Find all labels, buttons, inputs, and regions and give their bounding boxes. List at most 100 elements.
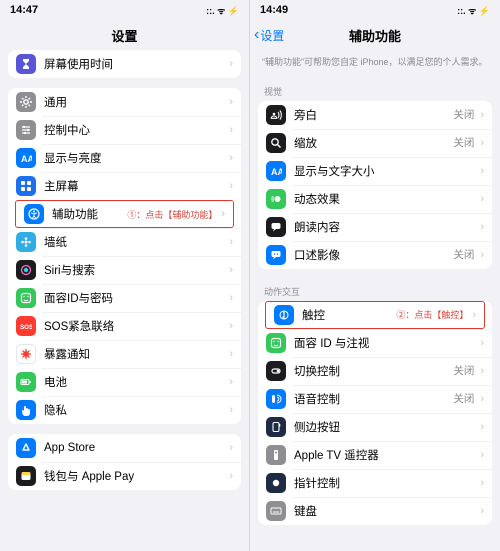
chevron-right-icon: › [229, 236, 233, 248]
chevron-right-icon: › [229, 320, 233, 332]
section-header: 动作交互 [250, 279, 500, 301]
settings-row[interactable]: 指针控制› [258, 469, 492, 497]
settings-row[interactable]: 动态效果› [258, 185, 492, 213]
screenshot-pair: 14:47 ::. ᯤ ⚡ 设置 屏幕使用时间›通用›控制中心›AA显示与亮度›… [0, 0, 500, 551]
status-time: 14:47 [10, 4, 38, 16]
settings-row[interactable]: 主屏幕 › [8, 172, 241, 200]
row-value: 关闭 [453, 247, 474, 262]
chevron-right-icon: › [229, 292, 233, 304]
grid-icon [16, 176, 36, 196]
settings-row[interactable]: 旁白关闭› [258, 101, 492, 129]
gear-icon [16, 92, 36, 112]
textsize-icon: AA [266, 161, 286, 181]
settings-row[interactable]: 辅助功能①：点击【辅助功能】› [15, 200, 234, 228]
settings-row[interactable]: 侧边按钮› [258, 413, 492, 441]
row-label: 键盘 [294, 503, 476, 519]
settings-row[interactable]: 钱包与 Apple Pay› [8, 462, 241, 490]
page-title: 辅助功能 [349, 26, 401, 45]
chevron-right-icon: › [480, 365, 484, 377]
right-pane: 14:49 ::. ᯤ ⚡ ‹ 设置 辅助功能 “辅助功能”可帮助您自定 iPh… [250, 0, 500, 551]
settings-row[interactable]: Apple TV 遥控器› [258, 441, 492, 469]
row-value: 关闭 [453, 363, 474, 378]
status-bar: 14:47 ::. ᯤ ⚡ [0, 0, 249, 20]
row-label: 主屏幕 [44, 178, 225, 194]
hand-icon [16, 400, 36, 420]
chevron-right-icon: › [472, 309, 476, 321]
battery-icon [16, 372, 36, 392]
settings-row[interactable]: 屏幕使用时间› [8, 50, 241, 78]
row-value: 关闭 [453, 391, 474, 406]
row-label: 显示与文字大小 [294, 163, 476, 179]
row-value: 关闭 [453, 135, 474, 150]
pointer-icon [266, 473, 286, 493]
settings-row[interactable]: 面容 ID 与注视› [258, 329, 492, 357]
row-label: 显示与亮度 [44, 150, 225, 166]
settings-row[interactable]: 面容ID与密码› [8, 284, 241, 312]
settings-group: 旁白关闭›缩放关闭›AA显示与文字大小›动态效果›朗读内容›口述影像关闭› [258, 101, 492, 269]
helper-text: “辅助功能”可帮助您自定 iPhone，以满足您的个人需求。 [250, 50, 500, 79]
chevron-right-icon: › [480, 109, 484, 121]
row-label: 墙纸 [44, 234, 225, 250]
chevron-right-icon: › [229, 96, 233, 108]
touch-icon [274, 305, 294, 325]
left-pane: 14:47 ::. ᯤ ⚡ 设置 屏幕使用时间›通用›控制中心›AA显示与亮度›… [0, 0, 250, 551]
nav-bar: 设置 [0, 20, 249, 50]
settings-row[interactable]: AA 显示与文字大小 › [258, 157, 492, 185]
settings-row[interactable]: 电池› [8, 368, 241, 396]
hourglass-icon [16, 54, 36, 74]
accessibility-list[interactable]: “辅助功能”可帮助您自定 iPhone，以满足您的个人需求。 视觉旁白关闭›缩放… [250, 50, 500, 551]
row-label: 旁白 [294, 107, 453, 123]
status-indicators: ::. ᯤ ⚡ [457, 4, 490, 17]
settings-row[interactable]: 隐私 › [8, 396, 241, 424]
back-button[interactable]: ‹ 设置 [254, 27, 284, 44]
row-label: 钱包与 Apple Pay [44, 468, 225, 484]
settings-row[interactable]: 暴露通知 › [8, 340, 241, 368]
status-time: 14:49 [260, 4, 288, 16]
chevron-right-icon: › [229, 404, 233, 416]
settings-row[interactable]: 键盘› [258, 497, 492, 525]
settings-row[interactable]: 切换控制关闭 › [258, 357, 492, 385]
sos-icon: SOS [16, 316, 36, 336]
chevron-right-icon: › [480, 249, 484, 261]
settings-row[interactable]: 语音控制关闭 › [258, 385, 492, 413]
motion-icon [266, 189, 286, 209]
settings-row[interactable]: 控制中心› [8, 116, 241, 144]
row-label: 控制中心 [44, 122, 225, 138]
chevron-right-icon: › [229, 152, 233, 164]
row-label: 动态效果 [294, 191, 476, 207]
textsize-icon: AA [16, 148, 36, 168]
settings-group: 触控②：点击【触控】›面容 ID 与注视›切换控制关闭›语音控制关闭›侧边按钮›… [258, 301, 492, 525]
settings-group: App Store›钱包与 Apple Pay› [8, 434, 241, 490]
chevron-right-icon: › [221, 208, 225, 220]
row-label: 切换控制 [294, 363, 453, 379]
settings-row[interactable]: 墙纸 › [8, 228, 241, 256]
settings-row[interactable]: 触控②：点击【触控】› [265, 301, 485, 329]
settings-row[interactable]: Siri与搜索› [8, 256, 241, 284]
settings-row[interactable]: 朗读内容› [258, 213, 492, 241]
chevron-right-icon: › [480, 165, 484, 177]
section-header: 视觉 [250, 79, 500, 101]
settings-row[interactable]: 缩放关闭› [258, 129, 492, 157]
chevron-right-icon: › [480, 393, 484, 405]
row-label: 电池 [44, 374, 225, 390]
settings-row[interactable]: AA 显示与亮度 › [8, 144, 241, 172]
chevron-right-icon: › [229, 58, 233, 70]
voiceover-icon [266, 105, 286, 125]
chevron-right-icon: › [229, 348, 233, 360]
settings-row[interactable]: App Store› [8, 434, 241, 462]
row-label: 语音控制 [294, 391, 453, 407]
settings-row[interactable]: 通用› [8, 88, 241, 116]
row-label: Siri与搜索 [44, 262, 225, 278]
row-label: SOS紧急联络 [44, 318, 225, 334]
row-label: 侧边按钮 [294, 419, 476, 435]
row-label: 指针控制 [294, 475, 476, 491]
row-label: 隐私 [44, 402, 225, 418]
row-label: Apple TV 遥控器 [294, 447, 476, 463]
chevron-right-icon: › [229, 180, 233, 192]
settings-row[interactable]: 口述影像关闭› [258, 241, 492, 269]
sidebtn-icon [266, 417, 286, 437]
settings-list[interactable]: 屏幕使用时间›通用›控制中心›AA显示与亮度›主屏幕›辅助功能①：点击【辅助功能… [0, 50, 249, 551]
settings-row[interactable]: SOS SOS紧急联络 › [8, 312, 241, 340]
sliders-icon [16, 120, 36, 140]
row-label: 暴露通知 [44, 346, 225, 362]
